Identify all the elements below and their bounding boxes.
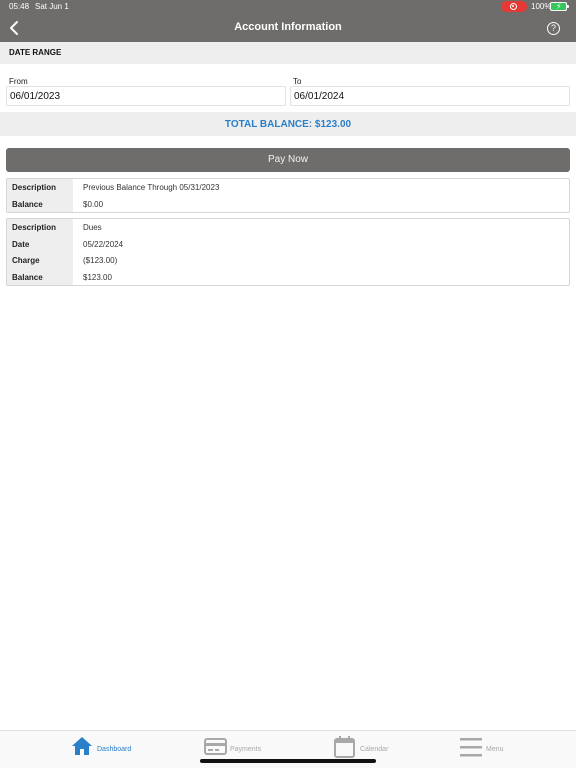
card-row: Date 05/22/2024 [7, 235, 569, 252]
tab-calendar[interactable]: Calendar [333, 735, 403, 761]
row-key: Description [7, 219, 73, 236]
page-title: Account Information [234, 21, 342, 33]
to-date-field[interactable]: 06/01/2024 [290, 86, 570, 106]
row-value: $123.00 [83, 272, 112, 282]
tab-dashboard[interactable]: Dashboard [70, 735, 150, 761]
tab-label: Dashboard [97, 746, 132, 753]
tab-menu[interactable]: Menu [459, 735, 519, 761]
home-indicator[interactable] [200, 759, 376, 763]
date-range-label: DATE RANGE [9, 48, 62, 57]
row-value: $0.00 [83, 199, 104, 209]
date-range-section-header: DATE RANGE [0, 42, 576, 64]
row-key: Balance [7, 195, 73, 212]
transaction-card: Description Previous Balance Through 05/… [6, 178, 570, 213]
status-date: Sat Jun 1 [35, 2, 69, 11]
card-row: Balance $123.00 [7, 268, 569, 285]
status-time: 05:48 [9, 2, 30, 11]
row-key: Balance [7, 268, 73, 285]
question-circle-icon[interactable]: ? [547, 22, 560, 35]
pay-now-button[interactable]: Pay Now [6, 148, 570, 172]
card-row: Description Previous Balance Through 05/… [7, 179, 569, 196]
from-date-field[interactable]: 06/01/2023 [6, 86, 286, 106]
row-key: Charge [7, 252, 73, 269]
total-balance: TOTAL BALANCE: $123.00 [224, 119, 352, 130]
card-row: Description Dues [7, 219, 569, 236]
row-value: 05/22/2024 [83, 239, 124, 249]
row-value: Dues [83, 223, 102, 232]
tab-label: Payments [230, 746, 262, 753]
credit-card-icon [204, 738, 227, 755]
battery-percent: 100% [531, 2, 552, 11]
total-balance-band: TOTAL BALANCE: $123.00 [0, 112, 576, 136]
from-label: From [9, 77, 28, 86]
nav-bar: Account Information ? [0, 14, 576, 42]
status-bar: 05:48 Sat Jun 1 100% ⚡ [0, 0, 576, 14]
battery-icon: ⚡ [550, 2, 569, 11]
card-row: Balance $0.00 [7, 195, 569, 212]
hamburger-menu-icon [460, 738, 482, 757]
card-row: Charge ($123.00) [7, 252, 569, 269]
tab-payments[interactable]: Payments [204, 735, 274, 761]
home-icon [72, 737, 92, 755]
row-value: ($123.00) [83, 256, 118, 265]
row-key: Description [7, 179, 73, 196]
transaction-card: Description Dues Date 05/22/2024 Charge … [6, 218, 570, 286]
screen-recording-icon [501, 1, 527, 12]
tab-label: Calendar [360, 746, 389, 753]
to-label: To [293, 77, 302, 86]
tab-label: Menu [486, 746, 504, 753]
row-value: Previous Balance Through 05/31/2023 [83, 183, 220, 192]
row-key: Date [7, 235, 73, 252]
calendar-icon [334, 736, 355, 758]
